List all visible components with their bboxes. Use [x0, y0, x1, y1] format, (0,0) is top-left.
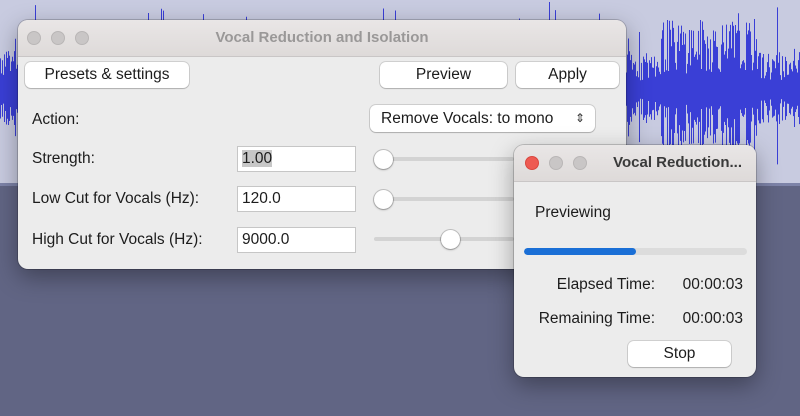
progress-dialog: Vocal Reduction... Previewing Elapsed Ti… — [514, 145, 756, 377]
stop-button[interactable]: Stop — [628, 341, 731, 367]
minimize-button[interactable] — [549, 156, 563, 170]
high-cut-input[interactable]: 9000.0 — [237, 227, 356, 253]
preview-button[interactable]: Preview — [380, 62, 507, 88]
low-cut-input[interactable]: 120.0 — [237, 186, 356, 212]
action-select-value: Remove Vocals: to mono — [381, 110, 554, 127]
progress-bar — [524, 248, 747, 255]
presets-settings-button[interactable]: Presets & settings — [25, 62, 189, 88]
progress-status: Previewing — [535, 204, 611, 221]
remaining-time-value: 00:00:03 — [682, 310, 743, 327]
apply-button[interactable]: Apply — [516, 62, 619, 88]
up-down-chevron-icon: ⇕ — [574, 111, 585, 125]
high-cut-slider-thumb[interactable] — [440, 230, 460, 249]
strength-slider-thumb[interactable] — [374, 150, 393, 169]
low-cut-slider-track[interactable] — [374, 197, 514, 201]
dialog-title: Vocal Reduction and Isolation — [215, 29, 429, 46]
high-cut-label: High Cut for Vocals (Hz): — [32, 231, 203, 248]
zoom-button[interactable] — [573, 156, 587, 170]
progress-titlebar[interactable]: Vocal Reduction... — [514, 145, 756, 182]
action-select[interactable]: Remove Vocals: to mono ⇕ — [370, 105, 595, 132]
close-button[interactable] — [525, 156, 539, 170]
remaining-time-label: Remaining Time: — [538, 310, 655, 327]
progress-bar-fill — [524, 248, 636, 255]
action-label: Action: — [32, 111, 80, 128]
low-cut-slider-thumb[interactable] — [374, 190, 393, 209]
strength-input[interactable]: 1.00 — [237, 146, 356, 172]
elapsed-time-label: Elapsed Time: — [556, 276, 655, 293]
low-cut-label: Low Cut for Vocals (Hz): — [32, 190, 200, 207]
strength-input-value: 1.00 — [242, 150, 273, 167]
elapsed-time-value: 00:00:03 — [682, 276, 743, 293]
strength-label: Strength: — [32, 150, 95, 167]
progress-title: Vocal Reduction... — [613, 154, 742, 171]
strength-slider-track[interactable] — [374, 157, 514, 161]
dialog-titlebar[interactable]: Vocal Reduction and Isolation — [18, 20, 626, 57]
